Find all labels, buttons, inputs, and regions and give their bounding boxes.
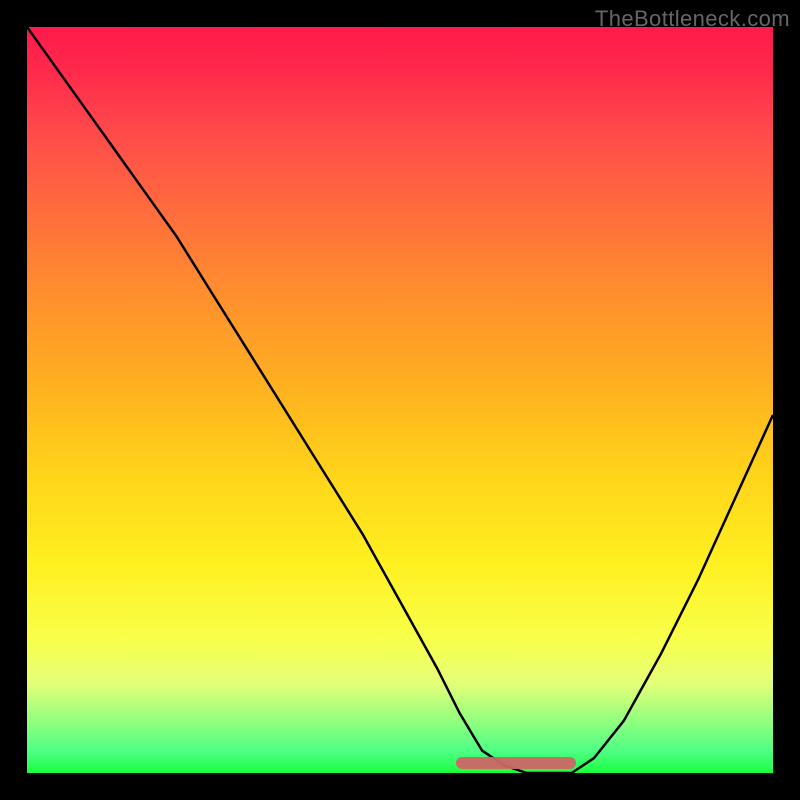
optimal-zone-marker [456, 757, 576, 769]
watermark-text: TheBottleneck.com [595, 6, 790, 32]
curve-layer [27, 27, 773, 773]
bottleneck-curve-path [27, 27, 773, 773]
plot-area [27, 27, 773, 773]
chart-stage: TheBottleneck.com [0, 0, 800, 800]
